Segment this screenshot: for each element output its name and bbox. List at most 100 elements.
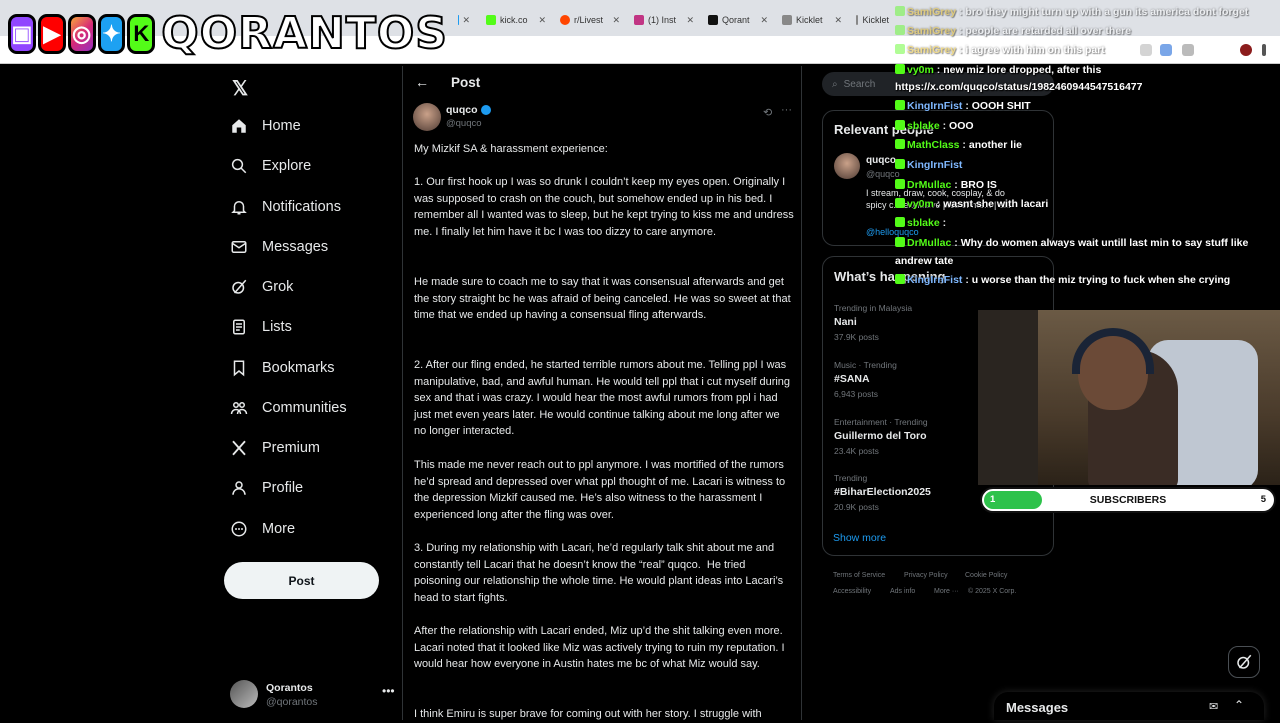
avatar[interactable] [834, 153, 860, 179]
nav-label: Notifications [262, 199, 341, 215]
tab-label: Qorant [722, 15, 750, 25]
avatar[interactable] [413, 103, 441, 131]
chat-message: bro they might turn up with a gun its am… [965, 6, 1248, 18]
browser-tab[interactable]: kick.co✕ [480, 8, 552, 32]
expand-chevron-icon[interactable]: ⌃ [1234, 698, 1244, 712]
tab-favicon-icon [856, 15, 858, 25]
compose-message-icon[interactable]: ✉ [1209, 700, 1218, 713]
close-tab-icon[interactable]: ✕ [760, 15, 768, 26]
trend-count: 23.4K posts [834, 446, 928, 456]
browser-tab[interactable]: ✕ [452, 8, 476, 32]
show-more-link[interactable]: Show more [833, 532, 886, 544]
browser-tab[interactable]: Kicklet✕ [776, 8, 848, 32]
chat-line: andrew tate [895, 255, 953, 267]
nav-item-lists[interactable]: Lists [230, 314, 292, 340]
x-logo-icon[interactable]: 𝕏 [232, 76, 248, 101]
chat-user: KingIrnFist [907, 159, 962, 171]
webcam-feed [978, 310, 1280, 485]
relevant-name[interactable]: quqco [866, 155, 896, 166]
nav-label: Home [262, 118, 301, 134]
trend-item[interactable]: Trending #BiharElection2025 20.9K posts [834, 473, 931, 512]
chat-message: another lie [969, 139, 1022, 151]
chat-message: https://x.com/quqco/status/1982460944547… [895, 81, 1142, 93]
more-dots-icon[interactable]: ··· [781, 104, 792, 116]
trend-title: #BiharElection2025 [834, 486, 931, 498]
footer-link[interactable]: Cookie Policy [965, 572, 1007, 579]
nav-item-home[interactable]: Home [230, 113, 301, 139]
nav-item-communities[interactable]: Communities [230, 395, 347, 421]
person-icon [230, 479, 248, 497]
chat-message: new miz lore dropped, after this [943, 64, 1101, 76]
kick-badge-icon [895, 6, 905, 16]
youtube-icon: ▶ [38, 14, 66, 54]
footer-link[interactable]: Ads info [890, 588, 915, 595]
nav-item-grok[interactable]: Grok [230, 274, 293, 300]
close-tab-icon[interactable]: ✕ [612, 15, 620, 26]
trend-context: Trending [834, 473, 931, 483]
nav-item-profile[interactable]: Profile [230, 475, 303, 501]
search-icon: ⌕ [832, 79, 838, 90]
nav-label: Premium [262, 440, 320, 456]
browser-tab[interactable]: r/Livest✕ [554, 8, 626, 32]
trend-item[interactable]: Entertainment · Trending Guillermo del T… [834, 417, 928, 456]
nav-item-notifications[interactable]: Notifications [230, 194, 341, 220]
author-name[interactable]: quqco [446, 104, 491, 116]
nav-label: Bookmarks [262, 360, 335, 376]
page-title: Post [451, 75, 480, 90]
close-tab-icon[interactable]: ✕ [686, 15, 694, 26]
chat-user: vy0m [907, 198, 934, 210]
footer-link[interactable]: Terms of Service [833, 572, 885, 579]
more-dots-icon[interactable]: ••• [382, 684, 395, 698]
trend-item[interactable]: Music · Trending #SANA 6,943 posts [834, 360, 897, 399]
chat-line: MathClass : another lie [895, 139, 1022, 151]
post-button[interactable]: Post [224, 562, 379, 599]
chat-line: sblake : [895, 217, 946, 229]
account-name: Qorantos [266, 682, 313, 694]
post-paragraph: I think Emiru is super brave for coming … [414, 706, 794, 723]
grok-explain-icon[interactable]: ⟲ [763, 106, 772, 119]
close-tab-icon[interactable]: ✕ [834, 15, 842, 26]
chat-user: sblake [907, 217, 940, 229]
chat-line: KingIrnFist : OOOH SHIT [895, 100, 1031, 112]
kick-badge-icon [895, 100, 905, 110]
left-sidebar: 𝕏 Home Explore Notifications Messages Gr… [222, 66, 402, 720]
tab-label: (1) Inst [648, 15, 676, 25]
chat-user: KingIrnFist [907, 274, 962, 286]
nav-item-more[interactable]: More [230, 516, 295, 542]
browser-tab[interactable]: Qorant ✕ [702, 8, 774, 32]
trend-title: #SANA [834, 373, 897, 385]
close-tab-icon[interactable]: ✕ [538, 15, 546, 26]
kick-icon: K [127, 14, 155, 54]
chat-line: sblake : OOO [895, 120, 974, 132]
footer-link[interactable]: More ··· [934, 588, 959, 595]
close-tab-icon[interactable]: ✕ [462, 15, 470, 26]
grok-icon [1235, 653, 1253, 671]
nav-item-messages[interactable]: Messages [230, 234, 328, 260]
author-handle[interactable]: @quqco [446, 118, 482, 129]
mail-icon [230, 238, 248, 256]
account-handle: @qorantos [266, 696, 318, 708]
account-switcher[interactable]: Qorantos @qorantos ••• [230, 676, 400, 716]
post-column: ← Post quqco @quqco ⟲ ··· My Mizkif SA &… [402, 66, 802, 720]
avatar [230, 680, 258, 708]
footer-link[interactable]: Privacy Policy [904, 572, 948, 579]
subscriber-goal-target: 5 [1261, 494, 1266, 505]
back-arrow-icon[interactable]: ← [415, 74, 429, 90]
chat-user: KingIrnFist [907, 100, 962, 112]
browser-tab[interactable]: (1) Inst ✕ [628, 8, 700, 32]
trend-item[interactable]: Trending in Malaysia Nani 37.9K posts [834, 303, 912, 342]
nav-item-premium[interactable]: Premium [230, 435, 320, 461]
footer-link[interactable]: Accessibility [833, 588, 871, 595]
nav-item-bookmarks[interactable]: Bookmarks [230, 355, 335, 381]
trend-count: 6,943 posts [834, 389, 897, 399]
grok-floating-button[interactable] [1228, 646, 1260, 678]
nav-label: Explore [262, 158, 311, 174]
instagram-icon: ◎ [68, 14, 96, 54]
chat-user: DrMullac [907, 179, 951, 191]
trend-title: Nani [834, 316, 912, 328]
nav-label: Lists [262, 319, 292, 335]
chat-user: SamiGrey [907, 6, 956, 18]
browser-tab[interactable]: Kicklet [850, 8, 895, 32]
messages-drawer[interactable]: Messages ✉ ⌃ [994, 692, 1264, 720]
nav-item-explore[interactable]: Explore [230, 153, 311, 179]
